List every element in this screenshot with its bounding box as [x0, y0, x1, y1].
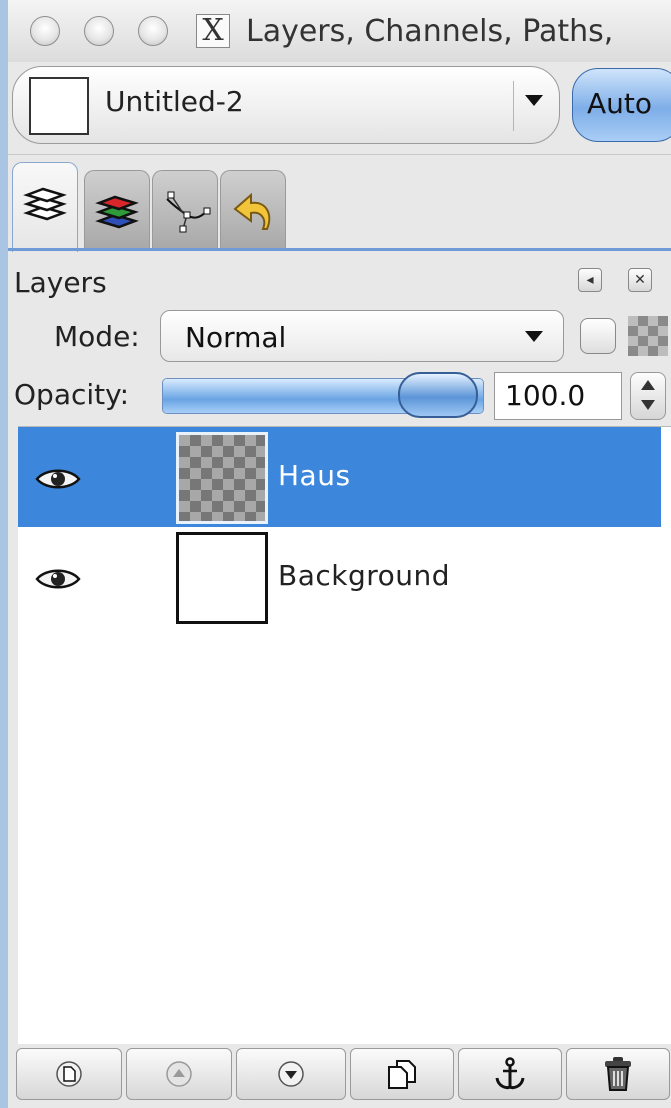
new-layer-button[interactable] — [16, 1048, 122, 1100]
image-thumbnail — [29, 77, 89, 135]
anchor-icon — [495, 1057, 525, 1090]
close-tab-button[interactable]: ✕ — [628, 268, 652, 292]
alpha-checker-icon — [628, 316, 668, 356]
title-bar[interactable]: X Layers, Channels, Paths, — [8, 0, 671, 62]
eye-icon[interactable] — [34, 465, 82, 493]
layer-thumbnail — [176, 432, 268, 524]
layers-icon — [23, 187, 67, 221]
spin-down-icon[interactable] — [641, 400, 655, 410]
spin-up-icon[interactable] — [641, 380, 655, 390]
opacity-input[interactable]: 100.0 — [494, 372, 622, 420]
tab-layers[interactable] — [12, 162, 78, 252]
layer-thumbnail — [176, 532, 268, 624]
tab-paths[interactable] — [152, 170, 218, 250]
delete-layer-button[interactable] — [566, 1048, 670, 1100]
raise-icon — [166, 1061, 192, 1087]
tab-channels[interactable] — [84, 170, 150, 250]
paths-icon — [166, 191, 211, 233]
image-selector[interactable]: Untitled-2 — [12, 66, 560, 144]
window-title: Layers, Channels, Paths, — [246, 14, 614, 49]
anchor-layer-button[interactable] — [458, 1048, 562, 1100]
image-name: Untitled-2 — [105, 85, 244, 118]
chevron-down-icon — [525, 331, 543, 342]
lower-layer-button[interactable] — [236, 1048, 346, 1100]
raise-layer-button[interactable] — [126, 1048, 232, 1100]
tab-undo-history[interactable] — [220, 170, 286, 250]
layers-dialog-window: X Layers, Channels, Paths, Untitled-2 Au… — [8, 0, 671, 1108]
layer-row[interactable]: Haus — [18, 427, 661, 527]
tab-underline — [8, 248, 671, 251]
divider — [513, 81, 514, 131]
opacity-label: Opacity: — [14, 378, 130, 411]
panel-title: Layers — [14, 266, 107, 299]
channels-icon — [95, 195, 139, 229]
minimize-window-button[interactable] — [84, 16, 114, 46]
layer-row[interactable]: Background — [18, 527, 661, 627]
duplicate-layer-button[interactable] — [350, 1048, 454, 1100]
new-layer-icon — [56, 1061, 82, 1087]
layer-toolbar — [8, 1044, 671, 1108]
trash-icon — [605, 1057, 631, 1091]
tab-menu-button[interactable]: ◂ — [578, 268, 602, 292]
zoom-window-button[interactable] — [138, 16, 168, 46]
mode-label: Mode: — [54, 320, 140, 353]
layer-name[interactable]: Haus — [278, 459, 351, 492]
eye-icon[interactable] — [34, 565, 82, 593]
divider — [8, 154, 671, 155]
mode-value: Normal — [185, 321, 287, 354]
lower-icon — [278, 1061, 304, 1087]
close-window-button[interactable] — [30, 16, 60, 46]
mode-select[interactable]: Normal — [160, 310, 564, 362]
opacity-spinner[interactable] — [630, 372, 666, 420]
duplicate-icon — [388, 1060, 416, 1089]
auto-button[interactable]: Auto — [572, 68, 671, 142]
undo-history-icon — [233, 192, 271, 230]
dock-tabs — [8, 160, 671, 252]
layer-name[interactable]: Background — [278, 559, 450, 592]
opacity-slider-thumb[interactable] — [398, 372, 478, 418]
preserve-transparency-toggle[interactable] — [580, 318, 616, 354]
x11-icon: X — [196, 14, 230, 48]
layer-list[interactable]: Haus Background — [18, 426, 671, 1045]
chevron-down-icon[interactable] — [525, 95, 543, 106]
